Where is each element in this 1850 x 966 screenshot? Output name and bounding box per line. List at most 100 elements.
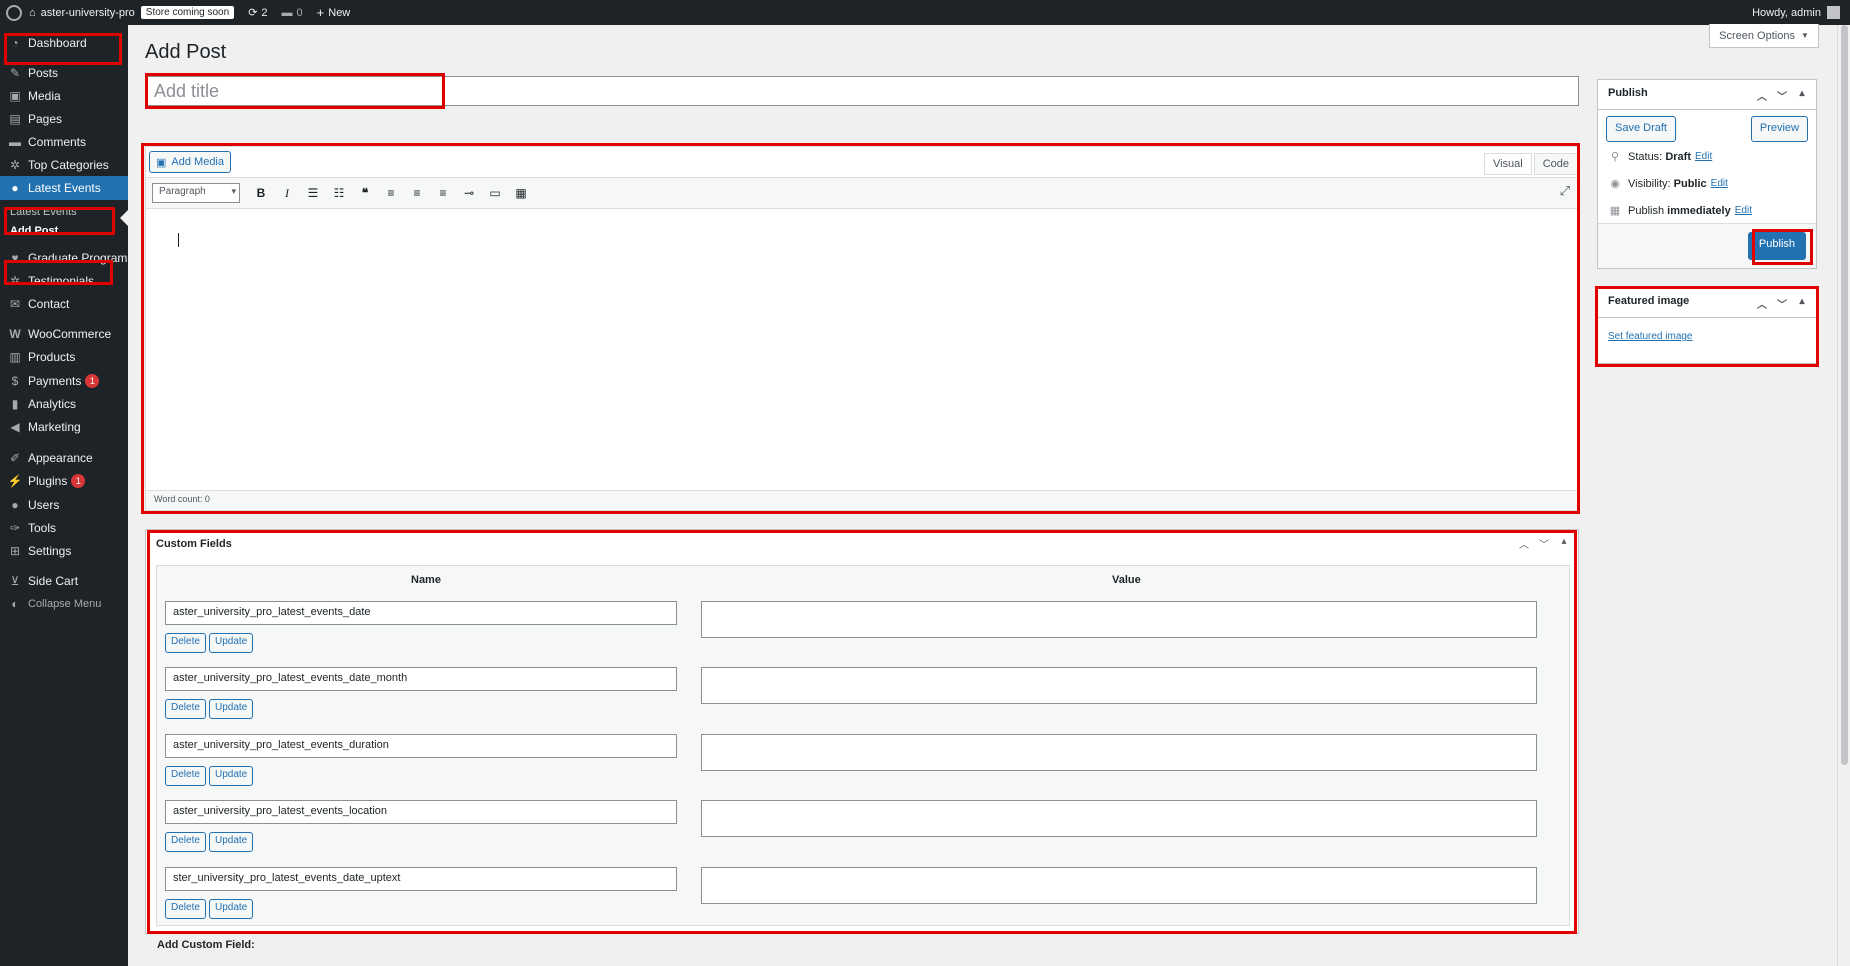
sidebar-item-graduate-program[interactable]: ♥ Graduate Program: [0, 246, 128, 270]
custom-field-value-textarea[interactable]: [701, 734, 1537, 771]
sidebar-item-payments[interactable]: $ Payments 1: [0, 369, 128, 393]
updates-link[interactable]: ⟳ 2: [241, 0, 274, 25]
align-center-icon[interactable]: ≡: [404, 181, 430, 205]
align-right-icon[interactable]: ≡: [430, 181, 456, 205]
sidebar-item-side-cart[interactable]: ⊻ Side Cart: [0, 569, 128, 593]
sidebar-item-latest-events[interactable]: ● Latest Events: [0, 176, 128, 200]
custom-field-value-textarea[interactable]: [701, 601, 1537, 638]
tab-code[interactable]: Code: [1533, 153, 1578, 175]
update-button[interactable]: Update: [209, 633, 254, 653]
page-scrollbar[interactable]: [1837, 25, 1850, 966]
toggle-panel-icon[interactable]: ▴: [1554, 536, 1574, 551]
submenu-add-post[interactable]: Add Post: [10, 225, 58, 237]
update-button[interactable]: Update: [209, 832, 254, 852]
sidebar-item-marketing[interactable]: ◀ Marketing: [0, 415, 128, 439]
edit-schedule-link[interactable]: Edit: [1735, 205, 1752, 216]
add-media-button[interactable]: ▣ Add Media: [149, 151, 231, 173]
chevron-down-icon[interactable]: ﹀: [1772, 296, 1792, 311]
sidebar-item-top-categories[interactable]: ✲ Top Categories: [0, 153, 128, 177]
publish-button[interactable]: Publish: [1747, 232, 1806, 260]
update-button[interactable]: Update: [209, 699, 254, 719]
sidebar-item-users[interactable]: ● Users: [0, 493, 128, 517]
collapse-icon: ◐: [11, 597, 19, 611]
post-title-input[interactable]: Add title: [145, 76, 1579, 106]
save-draft-button[interactable]: Save Draft: [1606, 116, 1676, 142]
custom-field-name-input[interactable]: ster_university_pro_latest_events_date_u…: [165, 867, 677, 891]
sidebar-item-comments[interactable]: ▬ Comments: [0, 130, 128, 154]
home-icon: ⌂: [29, 6, 36, 19]
comments-link[interactable]: ▬ 0: [275, 0, 310, 25]
toggle-panel-icon[interactable]: ▴: [1792, 88, 1812, 103]
numbered-list-icon[interactable]: ☷: [326, 181, 352, 205]
chevron-up-icon[interactable]: ︿: [1752, 88, 1772, 103]
delete-button[interactable]: Delete: [165, 766, 206, 786]
current-menu-arrow: [120, 210, 128, 226]
custom-field-name-input[interactable]: aster_university_pro_latest_events_date_…: [165, 667, 677, 691]
new-content-link[interactable]: + New: [310, 0, 358, 25]
submenu-latest-events[interactable]: Latest Events: [10, 206, 77, 218]
custom-field-name-input[interactable]: aster_university_pro_latest_events_durat…: [165, 734, 677, 758]
chevron-down-icon[interactable]: ﹀: [1534, 536, 1554, 551]
preview-button[interactable]: Preview: [1750, 116, 1808, 142]
sidebar-item-analytics[interactable]: ▮ Analytics: [0, 392, 128, 416]
italic-icon[interactable]: I: [274, 181, 300, 205]
delete-button[interactable]: Delete: [165, 832, 206, 852]
sidebar-item-media[interactable]: ▣ Media: [0, 84, 128, 108]
scrollbar-thumb[interactable]: [1841, 25, 1848, 765]
tab-visual[interactable]: Visual: [1483, 153, 1532, 175]
sidebar-item-appearance[interactable]: ✐ Appearance: [0, 446, 128, 470]
chevron-up-icon[interactable]: ︿: [1752, 296, 1772, 311]
editor-toolbar: Paragraph B I ☰ ☷ ❝ ≡ ≡ ≡ ⊸ ▭ ▦: [146, 177, 1578, 209]
sidebar-item-dashboard[interactable]: ◔ Dashboard: [0, 31, 128, 55]
format-select[interactable]: Paragraph: [152, 183, 240, 203]
custom-field-value-textarea[interactable]: [701, 867, 1537, 904]
store-badge[interactable]: Store coming soon: [140, 6, 235, 19]
archive-icon: ▥: [9, 350, 21, 364]
set-featured-image-link[interactable]: Set featured image: [1608, 331, 1693, 342]
delete-button[interactable]: Delete: [165, 633, 206, 653]
featured-image-header: Featured image ︿ ﹀ ▴: [1598, 288, 1816, 318]
screen-options-button[interactable]: Screen Options ▼: [1709, 24, 1819, 48]
read-more-icon[interactable]: ▭: [482, 181, 508, 205]
custom-field-value-textarea[interactable]: [701, 667, 1537, 704]
align-left-icon[interactable]: ≡: [378, 181, 404, 205]
sidebar-item-label: Media: [28, 89, 61, 103]
sidebar-item-plugins[interactable]: ⚡ Plugins 1: [0, 469, 128, 493]
avatar[interactable]: [1827, 6, 1840, 19]
sidebar-item-settings[interactable]: ⊞ Settings: [0, 539, 128, 563]
delete-button[interactable]: Delete: [165, 699, 206, 719]
edit-status-link[interactable]: Edit: [1695, 151, 1712, 162]
update-button[interactable]: Update: [209, 899, 254, 919]
link-icon[interactable]: ⊸: [456, 181, 482, 205]
chevron-up-icon[interactable]: ︿: [1514, 536, 1534, 551]
sidebar-item-pages[interactable]: ▤ Pages: [0, 107, 128, 131]
site-name-link[interactable]: ⌂ aster-university-pro Store coming soon: [22, 0, 241, 25]
media-icon: ▣: [156, 156, 167, 169]
sidebar-item-products[interactable]: ▥ Products: [0, 345, 128, 369]
sidebar-item-tools[interactable]: ✑ Tools: [0, 516, 128, 540]
sidebar-item-woocommerce[interactable]: W WooCommerce: [0, 322, 128, 346]
sidebar-collapse-menu[interactable]: ◐ Collapse Menu: [0, 592, 128, 616]
custom-field-name-input[interactable]: aster_university_pro_latest_events_locat…: [165, 800, 677, 824]
fullscreen-icon[interactable]: ⤢: [1560, 183, 1570, 199]
toolbar-toggle-icon[interactable]: ▦: [508, 181, 534, 205]
delete-button[interactable]: Delete: [165, 899, 206, 919]
heart-icon: ♥: [11, 251, 19, 265]
user-icon: ●: [11, 181, 19, 195]
toggle-panel-icon[interactable]: ▴: [1792, 296, 1812, 311]
sidebar-item-posts[interactable]: ✎ Posts: [0, 61, 128, 85]
update-button[interactable]: Update: [209, 766, 254, 786]
plus-icon: +: [316, 5, 325, 20]
bold-icon[interactable]: B: [248, 181, 274, 205]
blockquote-icon[interactable]: ❝: [352, 181, 378, 205]
user-greeting[interactable]: Howdy, admin: [1752, 7, 1821, 19]
chevron-down-icon[interactable]: ﹀: [1772, 88, 1792, 103]
custom-field-name-input[interactable]: aster_university_pro_latest_events_date: [165, 601, 677, 625]
edit-visibility-link[interactable]: Edit: [1711, 178, 1728, 189]
sidebar-item-testimonials[interactable]: ✲ Testimonials: [0, 269, 128, 293]
sidebar-item-contact[interactable]: ✉ Contact: [0, 292, 128, 316]
updates-count: 2: [261, 6, 268, 19]
bulleted-list-icon[interactable]: ☰: [300, 181, 326, 205]
custom-field-value-textarea[interactable]: [701, 800, 1537, 837]
wordpress-logo-icon[interactable]: [6, 4, 22, 21]
